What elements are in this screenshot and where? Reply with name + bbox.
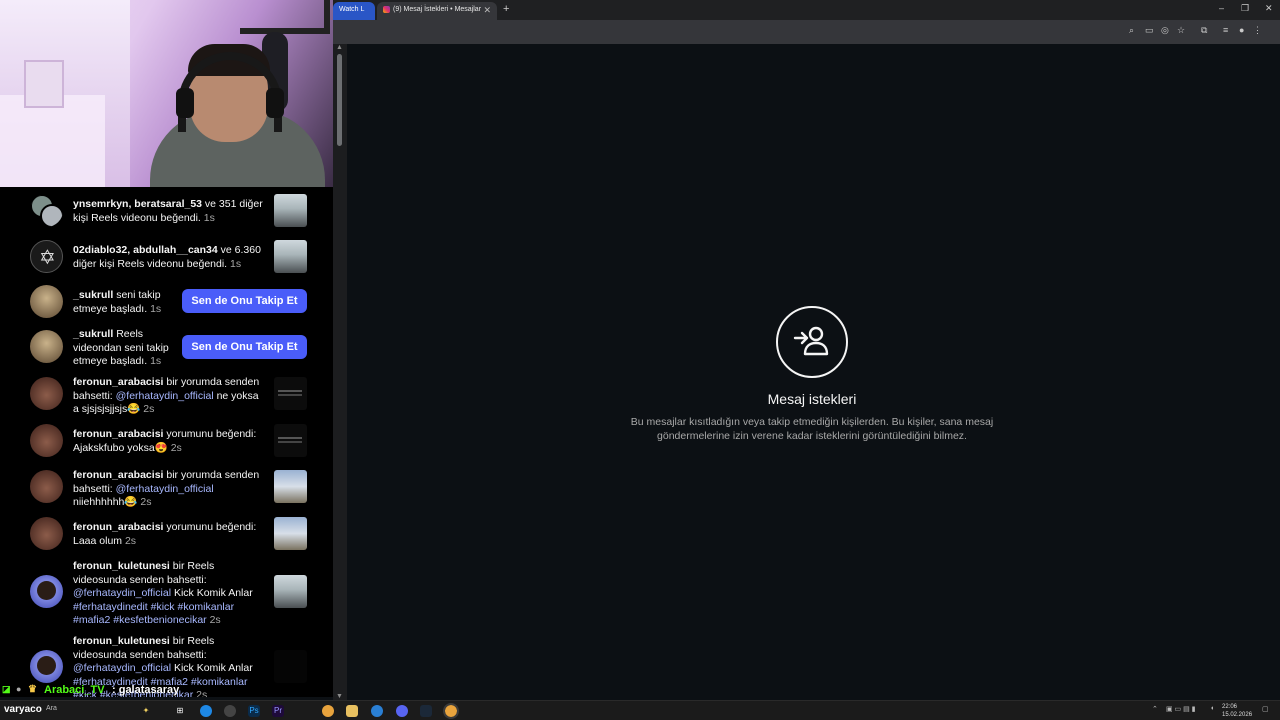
copilot-icon[interactable]: ✦ xyxy=(140,705,152,717)
notification-text: _sukrull seni takip etmeye başladı. 1s xyxy=(73,289,162,315)
chrome-active-icon[interactable] xyxy=(443,703,459,719)
edge-icon[interactable] xyxy=(200,705,212,717)
minimize-button[interactable]: – xyxy=(1219,3,1224,13)
tab-watch[interactable]: Watch L xyxy=(333,2,375,20)
task-view-icon[interactable]: ⊞ xyxy=(174,705,186,717)
avatar[interactable] xyxy=(30,575,63,608)
clock-date: 15.02.2026 xyxy=(1222,712,1253,718)
stream-brand: varyaco xyxy=(4,704,42,715)
chat-message: : galatasaray xyxy=(112,684,180,696)
instagram-icon xyxy=(383,5,390,13)
avatar[interactable] xyxy=(30,285,63,318)
clock-time: 22:06 xyxy=(1222,704,1238,710)
post-thumbnail[interactable] xyxy=(274,194,307,227)
media-icon[interactable]: ≡ xyxy=(1223,25,1228,35)
profile-icon[interactable]: ● xyxy=(1239,25,1244,35)
steam-icon[interactable] xyxy=(420,705,432,717)
notification-text: feronun_kuletunesi bir Reels videosunda … xyxy=(73,560,253,626)
bookmark-star-icon[interactable]: ☆ xyxy=(1177,25,1185,36)
mention-link[interactable]: @ferhataydin_official xyxy=(116,483,214,495)
webcam-mic-arm xyxy=(240,0,330,34)
tab-message-requests[interactable]: (9) Mesaj İstekleri • Mesajlar ✕ xyxy=(377,2,497,20)
taskbar-search[interactable]: Ara xyxy=(46,705,57,712)
avatar[interactable] xyxy=(30,470,63,503)
notification-text: feronun_arabacisi bir yorumda senden bah… xyxy=(73,469,260,508)
post-thumbnail[interactable] xyxy=(274,470,307,503)
notification-text: feronun_arabacisi yorumunu beğendi: Laaa… xyxy=(73,521,257,547)
scrollbar-thumb[interactable] xyxy=(337,54,342,146)
zoom-icon[interactable]: ⌕ xyxy=(1129,25,1134,36)
maximize-button[interactable]: ❐ xyxy=(1241,3,1249,14)
avatar[interactable] xyxy=(30,650,63,683)
avatar[interactable] xyxy=(30,517,63,550)
webcam-headset-ear-left xyxy=(176,88,194,118)
extensions-icon[interactable]: ⧉ xyxy=(1201,25,1207,36)
notification-text: _sukrull Reels videondan seni takip etme… xyxy=(73,328,169,367)
tray-chevron-icon[interactable]: ⌃ xyxy=(1152,705,1158,713)
screen: ynsemrkyn, beratsaral_53 ve 351 diğer ki… xyxy=(0,0,1280,720)
volume-icon[interactable]: ◖ xyxy=(1210,705,1214,712)
follow-back-button[interactable]: Sen de Onu Takip Et xyxy=(182,335,307,359)
discord-icon[interactable] xyxy=(396,705,408,717)
tab-label: (9) Mesaj İstekleri • Mesajlar xyxy=(393,6,482,13)
scroll-up-arrow-icon[interactable]: ▲ xyxy=(336,44,343,51)
person-arrow-icon xyxy=(793,326,829,356)
windows-taskbar: varyaco Ara ✦ ⊞ Ps Pr ⌃ ▣ ▭ ▤ ▮ ◖ 22:06 … xyxy=(0,700,1280,720)
close-window-button[interactable]: ✕ xyxy=(1265,3,1273,14)
post-thumbnail[interactable] xyxy=(274,424,307,457)
obs-icon[interactable] xyxy=(224,705,236,717)
page-description: Bu mesajlar kısıtladığın veya takip etme… xyxy=(630,416,994,442)
avatar[interactable] xyxy=(30,330,63,363)
post-thumbnail[interactable] xyxy=(274,240,307,273)
photoshop-icon[interactable]: Ps xyxy=(248,705,260,717)
notification-center-icon[interactable]: ▢ xyxy=(1262,705,1269,713)
avatar[interactable] xyxy=(30,377,63,410)
notification-text: ynsemrkyn, beratsaral_53 ve 351 diğer ki… xyxy=(73,198,263,224)
webcam-feed xyxy=(0,0,333,187)
post-thumbnail[interactable] xyxy=(274,650,307,683)
post-thumbnail[interactable] xyxy=(274,517,307,550)
kick-badge-icon: ◪ xyxy=(2,684,11,694)
post-thumbnail[interactable] xyxy=(274,377,307,410)
tab-label: Watch L xyxy=(339,6,365,13)
page-title: Mesaj istekleri xyxy=(767,391,857,407)
mention-link[interactable]: @ferhataydin_official xyxy=(116,390,214,402)
notification-text: feronun_arabacisi bir yorumda senden bah… xyxy=(73,376,260,415)
tray-icons[interactable]: ▣ ▭ ▤ ▮ xyxy=(1166,705,1196,713)
follow-back-button[interactable]: Sen de Onu Takip Et xyxy=(182,289,307,313)
menu-icon[interactable]: ⋮ xyxy=(1253,25,1262,36)
main-scrollbar[interactable] xyxy=(1270,44,1280,700)
close-tab-icon[interactable]: ✕ xyxy=(483,2,491,18)
webcam-picture-frame xyxy=(24,60,64,108)
premiere-icon[interactable]: Pr xyxy=(272,705,284,717)
eye-off-icon[interactable]: ◎ xyxy=(1161,25,1169,36)
file-explorer-icon[interactable] xyxy=(346,705,358,717)
notifications-panel: ynsemrkyn, beratsaral_53 ve 351 diğer ki… xyxy=(0,187,333,697)
avatar[interactable] xyxy=(30,240,63,273)
avatar[interactable] xyxy=(30,424,63,457)
crown-icon: ♛ xyxy=(28,684,37,695)
notifications-scrollbar[interactable]: ▲ ▼ xyxy=(333,44,347,700)
mention-link[interactable]: @ferhataydin_official xyxy=(73,587,171,599)
taskbar-clock[interactable]: 22:06 15.02.2026 xyxy=(1222,703,1252,719)
post-thumbnail[interactable] xyxy=(274,575,307,608)
avatar[interactable] xyxy=(30,194,63,227)
webcam-shelf xyxy=(0,95,105,187)
chat-username: Arabaci_TV xyxy=(44,684,105,696)
stream-chat-overlay: ◪ ● ♛ Arabaci_TV : galatasaray xyxy=(0,682,260,698)
sub-badge-icon: ● xyxy=(16,684,22,694)
chrome-icon[interactable] xyxy=(322,705,334,717)
cast-icon[interactable]: ▭ xyxy=(1145,25,1154,36)
browser-toolbar: ⌕ ▭ ◎ ☆ ⧉ ≡ ● ⋮ xyxy=(333,20,1280,44)
new-tab-button[interactable]: + xyxy=(503,3,509,15)
mention-link[interactable]: @ferhataydin_official xyxy=(73,662,171,674)
message-requests-page: Mesaj istekleri Bu mesajlar kısıtladığın… xyxy=(347,44,1270,700)
message-requests-icon-circle xyxy=(776,306,848,378)
scroll-down-arrow-icon[interactable]: ▼ xyxy=(336,693,343,700)
app-icon[interactable] xyxy=(371,705,383,717)
notification-text: feronun_arabacisi yorumunu beğendi: Ajak… xyxy=(73,428,257,454)
browser-tab-bar: Watch L (9) Mesaj İstekleri • Mesajlar ✕… xyxy=(333,0,1280,20)
webcam-headset-ear-right xyxy=(266,88,284,118)
notification-text: 02diablo32, abdullah__can34 ve 6.360 diğ… xyxy=(73,244,261,270)
